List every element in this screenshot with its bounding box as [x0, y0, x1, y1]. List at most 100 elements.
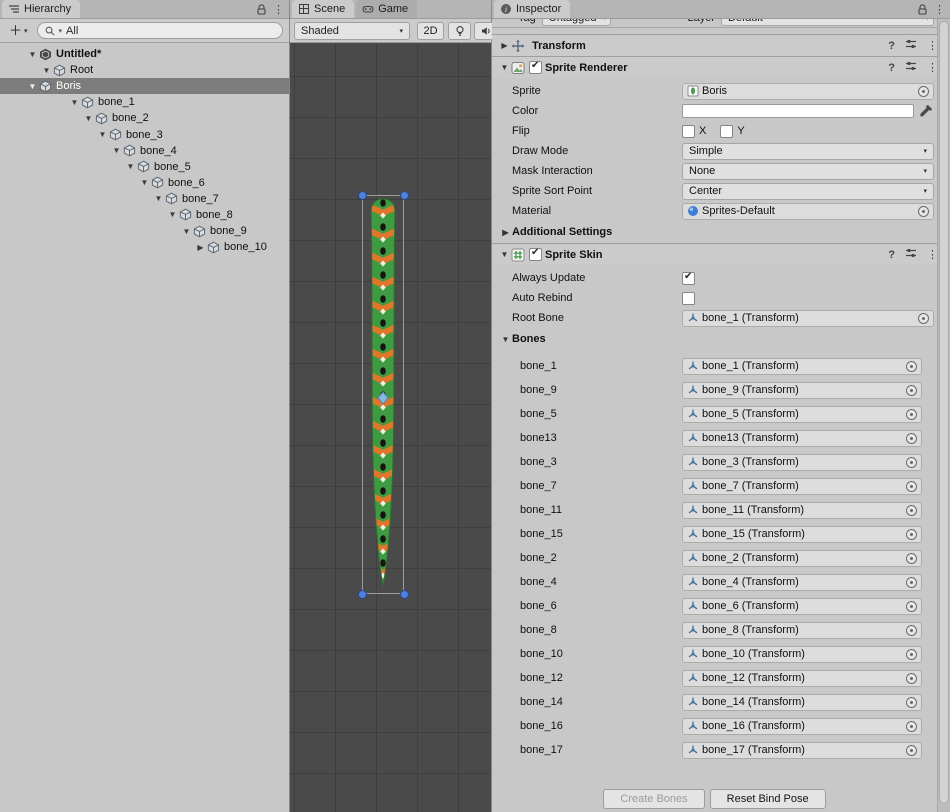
bone-object-field[interactable]: bone_7 (Transform) — [682, 478, 922, 495]
draw-mode-dropdown[interactable]: Simple ▾ — [682, 143, 934, 160]
foldout-arrow[interactable]: ▼ — [26, 82, 39, 91]
hierarchy-search-input[interactable]: ▾ All — [37, 22, 283, 39]
object-picker-icon[interactable] — [906, 409, 917, 420]
hierarchy-row-bone-4[interactable]: ▼bone_4 — [26, 143, 289, 159]
always-update-checkbox[interactable] — [682, 272, 695, 285]
eyedropper-icon[interactable] — [918, 104, 934, 118]
tab-scene[interactable]: Scene — [292, 0, 354, 18]
foldout-arrow[interactable]: ▼ — [40, 66, 53, 75]
object-picker-icon[interactable] — [906, 649, 917, 660]
color-swatch[interactable] — [682, 104, 914, 118]
component-enabled-checkbox[interactable] — [529, 61, 542, 74]
mask-interaction-dropdown[interactable]: None ▾ — [682, 163, 934, 180]
hierarchy-row-bone-1[interactable]: ▼bone_1 — [26, 94, 289, 110]
shading-mode-dropdown[interactable]: Shaded ▾ — [294, 22, 410, 40]
auto-rebind-checkbox[interactable] — [682, 292, 695, 305]
object-picker-icon[interactable] — [906, 433, 917, 444]
bone-object-field[interactable]: bone_17 (Transform) — [682, 742, 922, 759]
material-object-field[interactable]: Sprites-Default — [682, 203, 934, 220]
object-picker-icon[interactable] — [906, 721, 917, 732]
additional-settings-foldout[interactable]: ▶ Additional Settings — [492, 221, 950, 243]
selection-handle-bottom-left[interactable] — [358, 590, 367, 599]
foldout-arrow[interactable]: ▼ — [110, 146, 123, 155]
layer-dropdown[interactable]: Default — [721, 19, 934, 26]
foldout-arrow[interactable]: ▼ — [498, 63, 511, 72]
object-picker-icon[interactable] — [906, 553, 917, 564]
object-picker-icon[interactable] — [906, 601, 917, 612]
create-object-button[interactable]: ＋▾ — [6, 24, 31, 37]
bone-object-field[interactable]: bone_10 (Transform) — [682, 646, 922, 663]
bone-object-field[interactable]: bone_16 (Transform) — [682, 718, 922, 735]
bone-object-field[interactable]: bone_1 (Transform) — [682, 358, 922, 375]
component-enabled-checkbox[interactable] — [529, 248, 542, 261]
panel-menu-icon[interactable]: ⋮ — [273, 5, 284, 15]
sort-point-dropdown[interactable]: Center ▾ — [682, 183, 934, 200]
object-picker-icon[interactable] — [906, 505, 917, 516]
inspector-lock-icon[interactable] — [918, 4, 927, 15]
bone-object-field[interactable]: bone_4 (Transform) — [682, 574, 922, 591]
object-picker-icon[interactable] — [906, 457, 917, 468]
hierarchy-row-untitled-[interactable]: ▼Untitled* — [26, 46, 289, 62]
bone-object-field[interactable]: bone13 (Transform) — [682, 430, 922, 447]
root-bone-object-field[interactable]: bone_1 (Transform) — [682, 310, 934, 327]
bone-object-field[interactable]: bone_12 (Transform) — [682, 670, 922, 687]
flip-y-checkbox[interactable] — [720, 125, 733, 138]
presets-icon[interactable] — [905, 247, 917, 262]
hierarchy-row-bone-6[interactable]: ▼bone_6 — [26, 175, 289, 191]
hierarchy-row-bone-9[interactable]: ▼bone_9 — [26, 223, 289, 239]
presets-icon[interactable] — [905, 60, 917, 75]
tab-game[interactable]: Game — [356, 0, 417, 18]
bone-object-field[interactable]: bone_3 (Transform) — [682, 454, 922, 471]
sprite-renderer-component-header[interactable]: ▼ Sprite Renderer ? ⋮ — [492, 56, 950, 78]
foldout-arrow[interactable]: ▶ — [194, 243, 207, 252]
object-picker-icon[interactable] — [906, 673, 917, 684]
foldout-arrow[interactable]: ▼ — [152, 194, 165, 203]
object-picker-icon[interactable] — [906, 361, 917, 372]
presets-icon[interactable] — [905, 38, 917, 53]
tag-dropdown[interactable]: Untagged — [542, 19, 612, 26]
bone-object-field[interactable]: bone_8 (Transform) — [682, 622, 922, 639]
foldout-arrow[interactable]: ▼ — [498, 250, 511, 259]
foldout-arrow[interactable]: ▼ — [82, 114, 95, 123]
hierarchy-row-bone-7[interactable]: ▼bone_7 — [26, 191, 289, 207]
foldout-arrow[interactable]: ▼ — [166, 210, 179, 219]
foldout-arrow[interactable]: ▼ — [180, 227, 193, 236]
reset-bind-pose-button[interactable]: Reset Bind Pose — [710, 789, 826, 809]
foldout-arrow[interactable]: ▼ — [96, 130, 109, 139]
object-picker-icon[interactable] — [906, 529, 917, 540]
help-icon[interactable]: ? — [888, 62, 895, 74]
foldout-arrow[interactable]: ▼ — [138, 178, 151, 187]
bone-object-field[interactable]: bone_14 (Transform) — [682, 694, 922, 711]
search-filter-dropdown-icon[interactable]: ▾ — [59, 27, 63, 35]
foldout-arrow[interactable]: ▶ — [498, 41, 511, 50]
foldout-arrow[interactable]: ▶ — [499, 228, 512, 237]
help-icon[interactable]: ? — [888, 40, 895, 52]
bone-object-field[interactable]: bone_9 (Transform) — [682, 382, 922, 399]
hierarchy-row-bone-10[interactable]: ▶bone_10 — [26, 239, 289, 255]
bone-object-field[interactable]: bone_5 (Transform) — [682, 406, 922, 423]
tab-inspector[interactable]: i Inspector — [494, 0, 570, 18]
object-picker-icon[interactable] — [918, 313, 929, 324]
object-picker-icon[interactable] — [906, 745, 917, 756]
2d-toggle-button[interactable]: 2D — [417, 22, 444, 40]
object-picker-icon[interactable] — [906, 625, 917, 636]
object-picker-icon[interactable] — [906, 481, 917, 492]
hierarchy-row-root[interactable]: ▼Root — [26, 62, 289, 78]
scene-canvas[interactable] — [290, 43, 491, 812]
selection-handle-bottom-right[interactable] — [400, 590, 409, 599]
object-picker-icon[interactable] — [918, 86, 929, 97]
lock-icon[interactable] — [257, 4, 266, 15]
object-picker-icon[interactable] — [906, 577, 917, 588]
foldout-arrow[interactable]: ▼ — [68, 98, 81, 107]
selection-handle-top-left[interactable] — [358, 191, 367, 200]
hierarchy-row-bone-2[interactable]: ▼bone_2 — [26, 110, 289, 126]
hierarchy-row-bone-5[interactable]: ▼bone_5 — [26, 159, 289, 175]
scrollbar-thumb[interactable] — [939, 21, 949, 804]
bone-object-field[interactable]: bone_6 (Transform) — [682, 598, 922, 615]
transform-component-header[interactable]: ▶ Transform ? ⋮ — [492, 34, 950, 56]
sprite-object-field[interactable]: Boris — [682, 83, 934, 100]
scene-lighting-button[interactable] — [448, 22, 471, 40]
help-icon[interactable]: ? — [888, 249, 895, 261]
hierarchy-row-bone-8[interactable]: ▼bone_8 — [26, 207, 289, 223]
hierarchy-row-bone-3[interactable]: ▼bone_3 — [26, 126, 289, 142]
